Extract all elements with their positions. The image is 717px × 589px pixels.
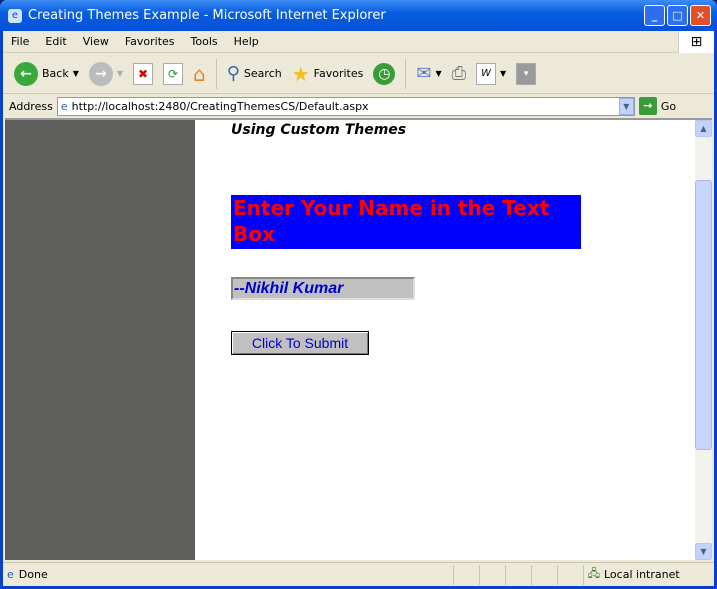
refresh-button[interactable]: ⟳ — [160, 61, 186, 87]
scroll-thumb[interactable] — [695, 180, 712, 450]
menu-edit[interactable]: Edit — [37, 35, 74, 48]
back-arrow-icon: ← — [14, 61, 38, 86]
maximize-button[interactable]: □ — [667, 5, 688, 26]
menu-favorites[interactable]: Favorites — [117, 35, 183, 48]
refresh-icon: ⟳ — [163, 62, 184, 85]
submit-button[interactable]: Click To Submit — [231, 331, 369, 355]
vertical-scrollbar[interactable]: ▲ ▼ — [695, 120, 712, 560]
history-button[interactable]: ◷ — [370, 61, 398, 87]
edit-button[interactable]: W ▼ — [473, 61, 509, 87]
toolbar: ← Back ▼ → ▼ ✖ ⟳ ⌂ ⚲ Search ★ Favorites ◷ ✉ ▼ … — [3, 54, 714, 94]
menu-bar: File Edit View Favorites Tools Help — [3, 31, 714, 53]
status-text: Done — [18, 568, 48, 581]
discuss-icon: ▾ — [516, 62, 537, 85]
address-dropdown[interactable]: ▼ — [618, 97, 634, 115]
forward-arrow-icon: → — [88, 61, 113, 86]
zone-text: Local intranet — [604, 568, 680, 581]
minimize-button[interactable]: _ — [644, 5, 665, 26]
status-bar: e Done 🖧 Local intranet — [3, 562, 714, 586]
menu-file[interactable]: File — [3, 35, 37, 48]
page-icon: e — [60, 99, 68, 113]
title-bar: e Creating Themes Example - Microsoft In… — [0, 0, 717, 31]
close-button[interactable]: ✕ — [690, 5, 711, 26]
side-panel — [5, 120, 195, 560]
dropdown-icon: ▼ — [72, 69, 79, 78]
ie-icon: e — [8, 8, 22, 23]
back-button[interactable]: ← Back ▼ — [11, 60, 82, 88]
history-icon: ◷ — [373, 62, 396, 85]
page-heading: Using Custom Themes — [231, 122, 407, 138]
favorites-button[interactable]: ★ Favorites — [289, 60, 367, 88]
address-label: Address — [9, 99, 53, 113]
intranet-icon: 🖧 — [587, 567, 600, 580]
scroll-up-button[interactable]: ▲ — [695, 120, 712, 137]
page-content: Using Custom Themes Enter Your Name in t… — [5, 118, 712, 560]
mail-icon: ✉ — [416, 63, 432, 84]
search-button[interactable]: ⚲ Search — [224, 61, 285, 86]
windows-logo-icon: ⊞ — [678, 31, 714, 53]
home-button[interactable]: ⌂ — [190, 60, 209, 88]
page-icon: e — [7, 568, 14, 581]
go-button[interactable]: → Go — [638, 97, 676, 115]
print-icon: ⎙ — [451, 63, 467, 84]
address-input[interactable]: e http://localhost:2480/CreatingThemesCS… — [56, 96, 635, 116]
menu-help[interactable]: Help — [226, 35, 267, 48]
menu-view[interactable]: View — [75, 35, 117, 48]
print-button[interactable]: ⎙ — [449, 61, 469, 86]
stop-icon: ✖ — [133, 62, 154, 85]
window-title: Creating Themes Example - Microsoft Inte… — [28, 8, 386, 23]
mail-button[interactable]: ✉ ▼ — [413, 61, 444, 86]
browser-window: e Creating Themes Example - Microsoft In… — [0, 0, 717, 589]
stop-button[interactable]: ✖ — [130, 61, 156, 87]
star-icon: ★ — [291, 61, 310, 86]
dropdown-icon: ▼ — [435, 69, 442, 78]
forward-button[interactable]: → ▼ — [86, 60, 126, 88]
instruction-label: Enter Your Name in the Text Box — [231, 195, 581, 249]
discuss-button[interactable]: ▾ — [513, 61, 539, 87]
dropdown-icon: ▼ — [116, 69, 124, 78]
dropdown-icon: ▼ — [500, 69, 507, 78]
go-arrow-icon: → — [638, 97, 657, 115]
scroll-down-button[interactable]: ▼ — [695, 543, 712, 560]
search-icon: ⚲ — [226, 63, 240, 84]
home-icon: ⌂ — [193, 61, 206, 86]
name-textbox[interactable]: --Nikhil Kumar — [231, 277, 415, 300]
menu-tools[interactable]: Tools — [183, 35, 226, 48]
word-icon: W — [476, 62, 497, 85]
address-bar: Address e http://localhost:2480/Creating… — [3, 95, 714, 117]
